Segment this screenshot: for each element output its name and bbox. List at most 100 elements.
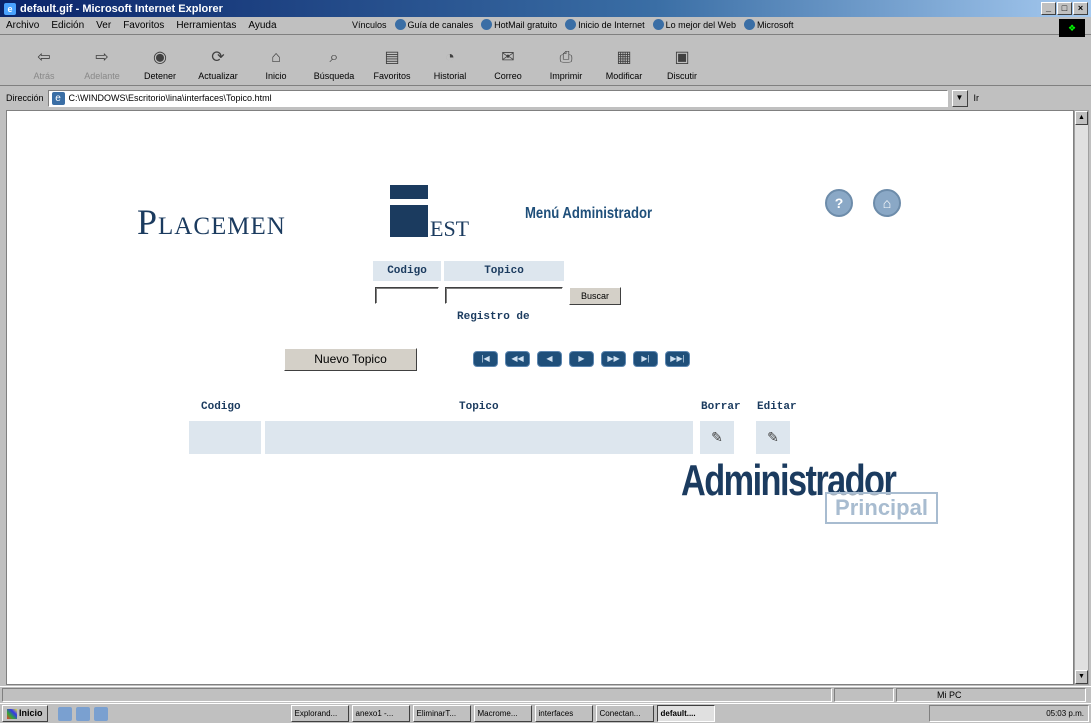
maximize-button[interactable]: □ — [1057, 2, 1072, 15]
link-label: HotMail gratuito — [494, 19, 558, 30]
favorites-button[interactable]: ▤ Favoritos — [366, 48, 418, 81]
mail-icon: ✉ — [501, 49, 515, 66]
toolbar-label: Correo — [494, 71, 522, 81]
forward-button[interactable]: ⇨ Adelante — [76, 48, 128, 81]
search-button[interactable]: ⌕ Búsqueda — [308, 48, 360, 81]
home-icon[interactable]: ⌂ — [873, 189, 901, 217]
toolbar-label: Historial — [433, 71, 467, 81]
mail-quicklaunch-icon[interactable] — [75, 706, 90, 721]
toolbar-label: Adelante — [84, 71, 120, 81]
toolbar-label: Atrás — [33, 71, 55, 81]
prev-icon[interactable]: ◀ — [537, 351, 562, 367]
next-icon[interactable]: ▶ — [569, 351, 594, 367]
desktop-quicklaunch-icon[interactable] — [93, 706, 108, 721]
search-header-topico: Topico — [444, 261, 564, 281]
stop-icon: ◉ — [153, 49, 167, 66]
task-button[interactable]: Conectan... — [595, 705, 654, 722]
toolbar-label: Detener — [143, 71, 177, 81]
topico-search-input[interactable] — [445, 287, 563, 304]
edit-button[interactable]: ▦ Modificar — [598, 48, 650, 81]
menu-herramientas[interactable]: Herramientas — [176, 20, 236, 31]
clock: 05:03 p.m. — [1046, 709, 1084, 718]
menu-archivo[interactable]: Archivo — [6, 20, 39, 31]
task-button[interactable]: EliminarT... — [412, 705, 471, 722]
address-input[interactable]: C:\WINDOWS\Escritorio\lina\interfaces\To… — [47, 89, 948, 107]
nuevo-topico-button[interactable]: Nuevo Topico — [284, 348, 417, 371]
next-page-icon[interactable]: ▶▶ — [601, 351, 626, 367]
link-guia-canales[interactable]: Guía de canales — [394, 19, 474, 30]
address-bar: Dirección C:\WINDOWS\Escritorio\lina\int… — [0, 87, 1091, 109]
window-controls: _ □ × — [1041, 2, 1088, 15]
link-label: Guía de canales — [407, 19, 474, 30]
vertical-scrollbar[interactable]: ▲ ▼ — [1074, 110, 1089, 685]
toolbar-label: Discutir — [666, 71, 697, 81]
list-header-codigo: Codigo — [201, 401, 241, 413]
task-button[interactable]: Macrome... — [473, 705, 532, 722]
codigo-search-input[interactable] — [375, 287, 439, 304]
status-text — [2, 687, 832, 702]
menu-edicion[interactable]: Edición — [51, 20, 84, 31]
close-button[interactable]: × — [1073, 2, 1088, 15]
toolbar-label: Favoritos — [373, 71, 411, 81]
delete-pencil-icon[interactable]: ✎ — [700, 421, 734, 454]
link-microsoft[interactable]: Microsoft — [744, 19, 794, 30]
task-button[interactable]: interfaces — [534, 705, 593, 722]
link-label: Lo mejor del Web — [665, 19, 737, 30]
list-header-borrar: Borrar — [701, 401, 741, 413]
task-button[interactable]: Explorand... — [290, 705, 349, 722]
edit-pencil-icon[interactable]: ✎ — [756, 421, 790, 454]
logo-tail: est — [430, 207, 470, 243]
forward-arrow-icon: ⇨ — [95, 49, 109, 66]
status-progress — [834, 687, 894, 702]
toolbar-label: Actualizar — [198, 71, 238, 81]
history-button[interactable]: ◔ Historial — [424, 48, 476, 81]
prev-page-icon[interactable]: ◀◀ — [505, 351, 530, 367]
status-bar: Mi PC — [0, 686, 1091, 702]
link-inicio-internet[interactable]: Inicio de Internet — [565, 19, 645, 30]
print-icon: ⎙ — [559, 49, 573, 66]
ie-page-icon — [652, 19, 664, 30]
minimize-button[interactable]: _ — [1041, 2, 1056, 15]
refresh-button[interactable]: ⟳ Actualizar — [192, 48, 244, 81]
menu-ver[interactable]: Ver — [96, 20, 111, 31]
brand-subtitle: Principal — [825, 492, 938, 524]
discuss-button[interactable]: ▣ Discutir — [656, 48, 708, 81]
help-icon[interactable]: ? — [825, 189, 853, 217]
go-button[interactable]: Ir — [974, 93, 980, 103]
last-page-icon[interactable]: ▶| — [633, 351, 658, 367]
quick-launch — [57, 706, 108, 721]
menu-favoritos[interactable]: Favoritos — [123, 20, 164, 31]
start-button[interactable]: Inicio — [2, 705, 48, 722]
menu-ayuda[interactable]: Ayuda — [248, 20, 276, 31]
scroll-up-icon[interactable]: ▲ — [1075, 111, 1088, 125]
toolbar-label: Imprimir — [549, 71, 583, 81]
logo-word: Placemen — [137, 202, 286, 242]
home-button[interactable]: ⌂ Inicio — [250, 48, 302, 81]
mail-button[interactable]: ✉ Correo — [482, 48, 534, 81]
link-lo-mejor-web[interactable]: Lo mejor del Web — [652, 19, 737, 30]
discuss-icon: ▣ — [674, 49, 690, 66]
task-button-active[interactable]: default.... — [656, 705, 715, 722]
address-dropdown-icon[interactable]: ▼ — [951, 89, 968, 107]
print-button[interactable]: ⎙ Imprimir — [540, 48, 592, 81]
registro-label: Registro de — [457, 311, 530, 323]
back-button[interactable]: ⇦ Atrás — [18, 48, 70, 81]
toolbar-label: Búsqueda — [313, 71, 355, 81]
search-icon: ⌕ — [329, 49, 339, 66]
link-hotmail[interactable]: HotMail gratuito — [481, 19, 557, 30]
links-bar: Vínculos Guía de canales HotMail gratuit… — [352, 19, 802, 30]
last-icon[interactable]: ▶▶| — [665, 351, 690, 367]
address-label: Dirección — [6, 93, 44, 103]
link-label: Inicio de Internet — [578, 19, 645, 30]
first-icon[interactable]: |◀ — [473, 351, 498, 367]
list-cell-topico — [265, 421, 693, 454]
system-tray: 05:03 p.m. — [929, 705, 1089, 722]
ie-page-icon — [565, 19, 577, 30]
list-cell-codigo — [189, 421, 261, 454]
buscar-button[interactable]: Buscar — [569, 287, 621, 305]
ie-quicklaunch-icon[interactable] — [57, 706, 72, 721]
scroll-down-icon[interactable]: ▼ — [1075, 670, 1088, 684]
stop-button[interactable]: ◉ Detener — [134, 48, 186, 81]
logo-t-block — [376, 185, 442, 237]
task-button[interactable]: anexo1 -... — [351, 705, 410, 722]
